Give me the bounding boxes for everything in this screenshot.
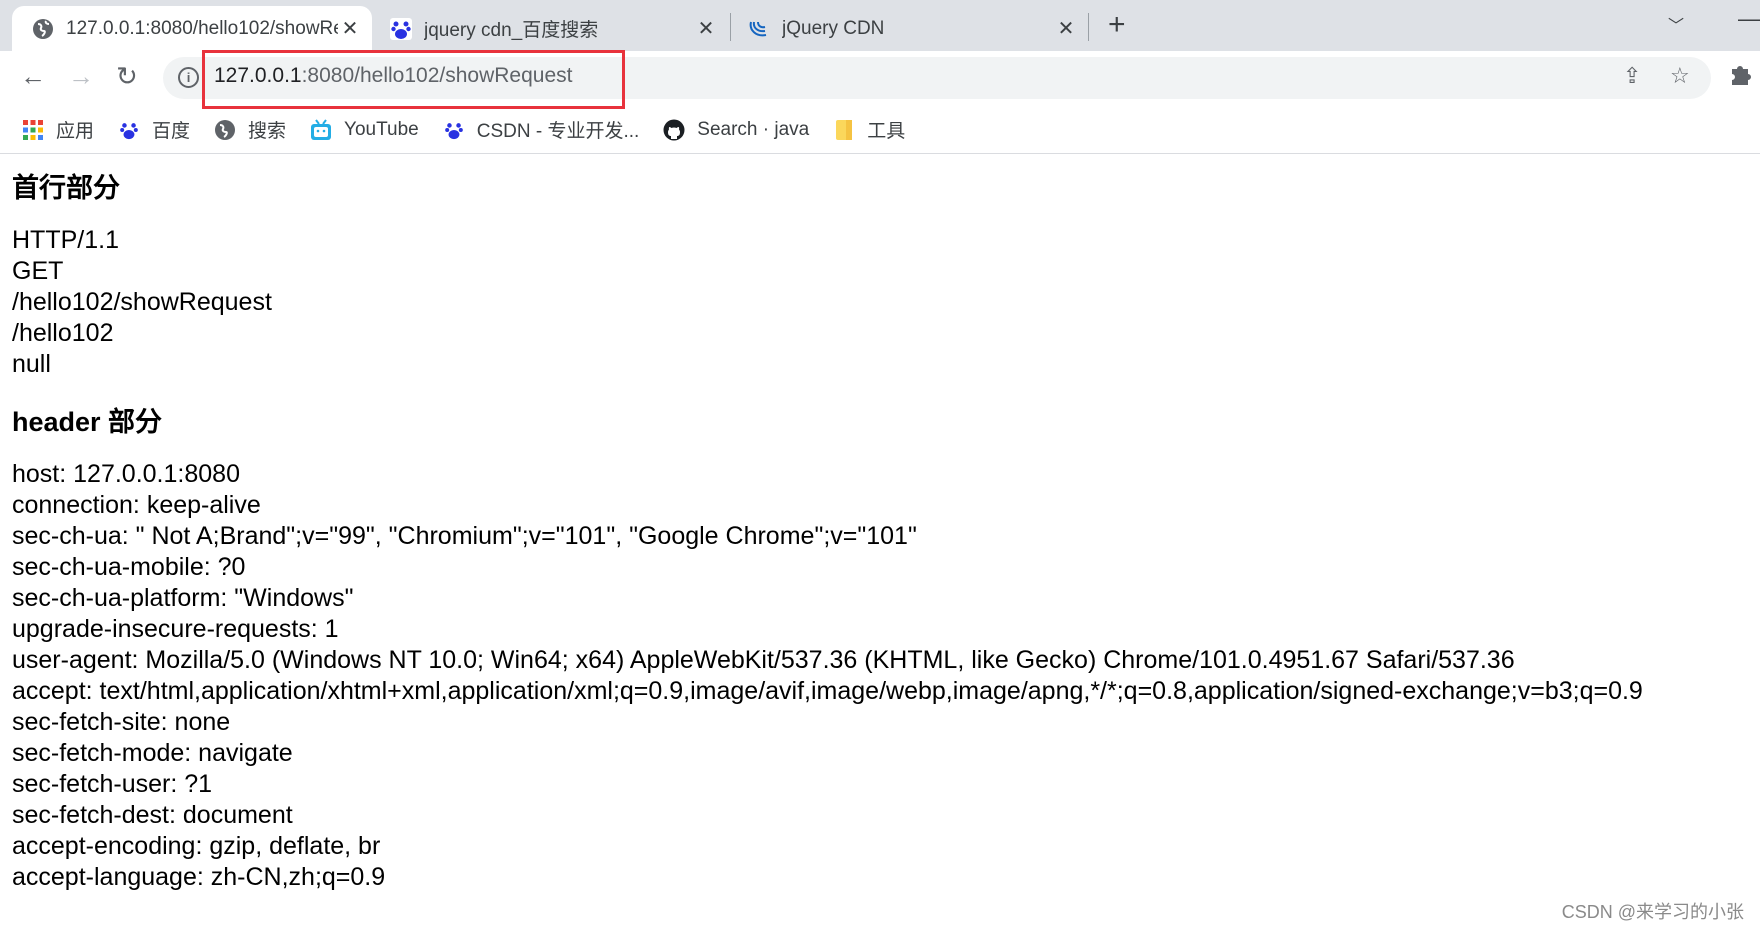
bookmark-github-search[interactable]: Search · java — [663, 119, 809, 141]
watermark: CSDN @来学习的小张 — [1561, 902, 1744, 922]
bookmark-label: 搜索 — [248, 121, 287, 142]
tab-title: 127.0.0.1:8080/hello102/showRequest — [66, 17, 338, 39]
baidu-icon — [443, 119, 465, 141]
extensions-puzzle-icon[interactable] — [1730, 63, 1752, 93]
info-line: accept: text/html,application/xhtml+xml,… — [12, 677, 1643, 705]
tab-title: jQuery CDN — [782, 17, 885, 39]
page-content: 首行部分 HTTP/1.1 GET/hello102/showRequest/he… — [12, 168, 1643, 893]
bookmark-label: 工具 — [867, 121, 906, 142]
bilibili-tv-icon — [310, 118, 332, 141]
info-line: sec-fetch-site: none — [12, 708, 231, 736]
tab-jquery-baidu[interactable]: jquery cdn_百度搜索 ✕ — [370, 6, 728, 51]
new-tab-button[interactable]: + — [1108, 8, 1126, 42]
info-line: HTTP/1.1 — [12, 226, 119, 254]
bookmark-label: CSDN - 专业开发... — [476, 121, 640, 142]
apps-grid-icon — [22, 119, 44, 141]
info-line: sec-ch-ua: " Not A;Brand";v="99", "Chrom… — [12, 522, 917, 550]
info-line: GET — [12, 257, 64, 285]
info-line: sec-ch-ua-platform: "Windows" — [12, 584, 354, 612]
minimize-button[interactable]: — — [1738, 6, 1760, 32]
bookmark-label: Search · java — [697, 118, 810, 140]
bookmark-apps[interactable]: 应用 — [22, 116, 94, 143]
bookmarks-bar: 应用 百度 搜索 YouTube CSDN - 专业开发... Search ·… — [0, 106, 1760, 154]
bookmark-baidu[interactable]: 百度 — [118, 116, 190, 143]
info-icon[interactable]: i — [178, 67, 199, 88]
globe-icon — [32, 18, 54, 40]
jquery-icon — [748, 18, 770, 40]
bookmark-csdn[interactable]: CSDN - 专业开发... — [443, 116, 640, 143]
reload-icon[interactable]: ↻ — [116, 61, 138, 92]
close-tab-icon[interactable]: ✕ — [1054, 16, 1078, 41]
url-highlight-box — [202, 50, 625, 109]
info-line: /hello102 — [12, 319, 114, 347]
tab-jquery-cdn[interactable]: jQuery CDN ✕ — [728, 6, 1088, 51]
globe-icon — [214, 119, 236, 141]
bookmark-star-icon[interactable]: ☆ — [1670, 63, 1690, 89]
section-title-first-line: 首行部分 — [12, 173, 120, 203]
info-line: user-agent: Mozilla/5.0 (Windows NT 10.0… — [12, 646, 1515, 674]
tab-bar: 127.0.0.1:8080/hello102/showRequest ✕ jq… — [0, 0, 1760, 51]
section-title-header: header 部分 — [12, 407, 163, 437]
close-tab-icon[interactable]: ✕ — [694, 16, 718, 41]
first-line-list: HTTP/1.1 GET/hello102/showRequest/hello10… — [12, 225, 1643, 380]
back-arrow-icon[interactable]: ← — [20, 61, 46, 92]
info-line: accept-language: zh-CN,zh;q=0.9 — [12, 863, 386, 891]
info-line: connection: keep-alive — [12, 491, 261, 519]
folder-icon — [833, 119, 855, 141]
github-icon — [663, 119, 685, 141]
info-line: sec-fetch-user: ?1 — [12, 770, 213, 798]
bookmark-youtube[interactable]: YouTube — [310, 119, 419, 141]
info-line: accept-encoding: gzip, deflate, br — [12, 832, 381, 860]
header-list: host: 127.0.0.1:8080 connection: keep-ali… — [12, 459, 1643, 893]
info-line: null — [12, 350, 51, 378]
baidu-icon — [118, 119, 140, 141]
bookmark-folder-tools[interactable]: 工具 — [833, 116, 905, 143]
baidu-icon — [390, 17, 412, 40]
info-line: sec-fetch-dest: document — [12, 801, 293, 829]
info-line: sec-fetch-mode: navigate — [12, 739, 293, 767]
info-line: host: 127.0.0.1:8080 — [12, 460, 240, 488]
close-tab-icon[interactable]: ✕ — [338, 16, 362, 41]
info-line: upgrade-insecure-requests: 1 — [12, 615, 339, 643]
tab-search-chevron-icon[interactable]: ﹀ — [1668, 12, 1684, 36]
info-line: sec-ch-ua-mobile: ?0 — [12, 553, 246, 581]
tab-divider — [1088, 13, 1089, 41]
tab-title: jquery cdn_百度搜索 — [424, 20, 599, 41]
info-line: /hello102/showRequest — [12, 288, 272, 316]
bookmark-label: YouTube — [344, 118, 419, 140]
forward-arrow-icon[interactable]: → — [68, 61, 94, 92]
bookmark-label: 百度 — [152, 121, 191, 142]
bookmark-label: 应用 — [56, 121, 95, 142]
share-icon[interactable]: ⇪ — [1623, 63, 1641, 89]
tab-showrequest[interactable]: 127.0.0.1:8080/hello102/showRequest ✕ — [12, 6, 372, 51]
bookmark-search[interactable]: 搜索 — [214, 116, 286, 143]
